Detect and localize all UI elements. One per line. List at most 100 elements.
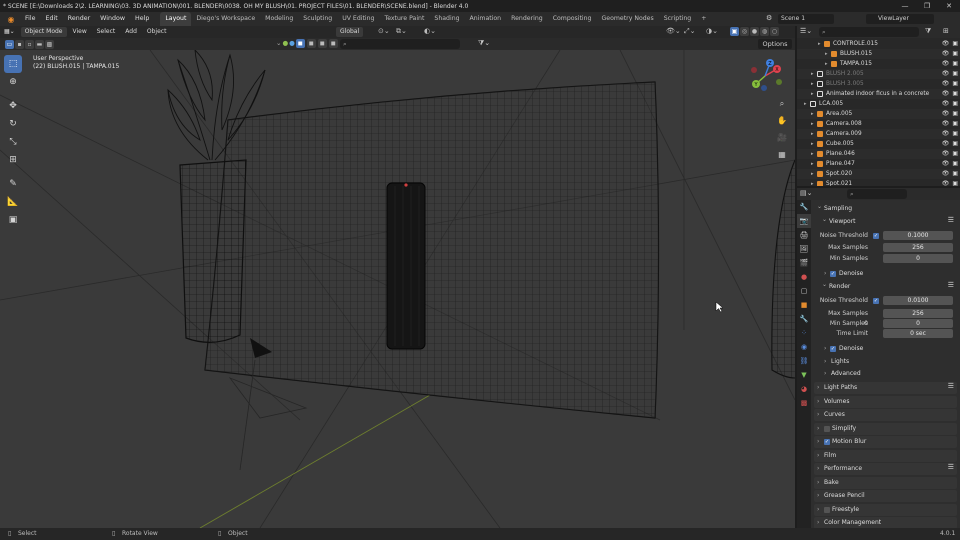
render-camera-icon[interactable]: ▣ xyxy=(952,179,958,186)
render-presets-icon[interactable]: ☰ xyxy=(948,281,954,289)
camera-view-icon[interactable]: 🎥 xyxy=(774,129,790,146)
select-box-icon[interactable]: ▭ xyxy=(5,39,14,49)
section-render-denoise[interactable]: Denoise xyxy=(821,343,951,355)
outliner-row[interactable]: ▸ Area.005 👁 ▣ xyxy=(797,109,960,119)
editor-type-icon[interactable]: ▦⌄ xyxy=(0,27,19,37)
section-lights[interactable]: Lights xyxy=(821,356,951,368)
output-properties-icon[interactable]: 🖨 xyxy=(797,228,811,242)
outliner-row[interactable]: ▸ Animated indoor ficus in a concrete 👁 ▣ xyxy=(797,89,960,99)
render-camera-icon[interactable]: ▣ xyxy=(952,159,958,169)
expand-arrow-icon[interactable]: ▸ xyxy=(811,109,814,119)
light-paths-presets-icon[interactable]: ☰ xyxy=(948,382,954,390)
render-camera-icon[interactable]: ▣ xyxy=(952,69,958,79)
expand-arrow-icon[interactable]: ▸ xyxy=(811,129,814,139)
outliner-row[interactable]: ▸ BLUSH.015 👁 ▣ xyxy=(797,49,960,59)
add-cube-tool-icon[interactable]: ▣ xyxy=(4,211,22,229)
blender-logo-icon[interactable]: ◉ xyxy=(5,13,17,25)
tab-rendering[interactable]: Rendering xyxy=(506,12,548,26)
visibility-eye-icon[interactable]: 👁 xyxy=(942,159,950,169)
tab-geometry-nodes[interactable]: Geometry Nodes xyxy=(597,12,659,26)
expand-arrow-icon[interactable]: ▸ xyxy=(811,159,814,169)
navigation-gizmo[interactable]: X Z Y xyxy=(750,55,790,95)
render-camera-icon[interactable]: ▣ xyxy=(952,149,958,159)
move-tool-icon[interactable]: ✥ xyxy=(4,97,22,115)
menu-add[interactable]: Add xyxy=(121,27,141,37)
outliner-row[interactable]: ▸ Spot.020 👁 ▣ xyxy=(797,169,960,179)
render-camera-icon[interactable]: ▣ xyxy=(952,119,958,129)
render-camera-icon[interactable]: ▣ xyxy=(952,59,958,69)
object-properties-icon[interactable]: ■ xyxy=(797,298,811,312)
menu-help[interactable]: Help xyxy=(130,12,154,26)
motion-blur-checkbox[interactable]: ✓ xyxy=(824,439,830,445)
properties-editor-icon[interactable]: ▤⌄ xyxy=(800,189,812,197)
viewport-noise-threshold-field[interactable]: 0.1000 xyxy=(883,231,953,240)
section-simplify[interactable]: Simplify xyxy=(814,423,957,435)
visibility-eye-icon[interactable]: 👁 xyxy=(942,109,950,119)
expand-arrow-icon[interactable]: ▸ xyxy=(811,69,814,79)
viewlayer-selector[interactable]: ViewLayer xyxy=(866,14,934,24)
snap-icon[interactable]: ⧉⌄ xyxy=(396,27,407,36)
maximize-button[interactable]: ❐ xyxy=(916,0,938,12)
xray-icon[interactable]: ▣ xyxy=(730,27,739,36)
pivot-icon[interactable]: ⊙⌄ xyxy=(378,27,390,35)
select-invert-icon[interactable]: ▩ xyxy=(45,39,54,49)
viewport-noise-threshold-checkbox[interactable]: ✓ xyxy=(873,233,879,239)
viewport-denoise-checkbox[interactable]: ✓ xyxy=(830,271,836,277)
expand-arrow-icon[interactable]: ▸ xyxy=(811,149,814,159)
visibility-icon[interactable]: 👁⌄ xyxy=(666,27,681,35)
outliner-row[interactable]: ▸ Plane.047 👁 ▣ xyxy=(797,159,960,169)
perspective-toggle-icon[interactable]: ▦ xyxy=(774,146,790,163)
properties-search-input[interactable]: ⌕ xyxy=(847,189,907,199)
menu-edit[interactable]: Edit xyxy=(41,12,63,26)
outliner-row[interactable]: ▸ Plane.046 👁 ▣ xyxy=(797,149,960,159)
render-camera-icon[interactable]: ▣ xyxy=(952,139,958,149)
time-limit-field[interactable]: 0 sec xyxy=(883,329,953,338)
annotate-tool-icon[interactable]: ✎ xyxy=(4,175,22,193)
section-viewport-denoise[interactable]: Denoise xyxy=(821,268,951,280)
menu-render[interactable]: Render xyxy=(63,12,95,26)
visibility-eye-icon[interactable]: 👁 xyxy=(942,99,950,109)
scene-selector[interactable]: Scene 1 xyxy=(778,14,834,24)
section-grease-pencil[interactable]: Grease Pencil xyxy=(814,490,957,502)
expand-arrow-icon[interactable]: ▸ xyxy=(811,89,814,99)
expand-arrow-icon[interactable]: ▸ xyxy=(811,119,814,129)
menu-window[interactable]: Window xyxy=(95,12,130,26)
tab-animation[interactable]: Animation xyxy=(465,12,507,26)
zoom-icon[interactable]: ⌕ xyxy=(774,95,790,112)
render-camera-icon[interactable]: ▣ xyxy=(952,89,958,99)
new-collection-icon[interactable]: ⊞ xyxy=(943,27,949,35)
section-performance[interactable]: Performance xyxy=(814,463,957,475)
gizmo-toggle-icon[interactable]: ⤢⌄ xyxy=(684,27,695,36)
outliner-row[interactable]: ▸ Camera.009 👁 ▣ xyxy=(797,129,960,139)
section-render[interactable]: Render xyxy=(819,279,953,293)
render-camera-icon[interactable]: ▣ xyxy=(952,49,958,59)
render-camera-icon[interactable]: ▣ xyxy=(952,109,958,119)
object-type-icon[interactable]: ● xyxy=(282,39,288,48)
viewport-search-input[interactable]: ⌕ xyxy=(340,39,460,49)
expand-arrow-icon[interactable]: ▸ xyxy=(811,79,814,89)
select-subtract-icon[interactable]: ▬ xyxy=(35,39,44,49)
filter-select-icon[interactable]: ◼ xyxy=(295,39,305,48)
proportional-edit-icon[interactable]: ◐⌄ xyxy=(424,27,436,35)
menu-object[interactable]: Object xyxy=(143,27,171,37)
section-advanced[interactable]: Advanced xyxy=(821,368,951,380)
filter-2-icon[interactable]: ◼ xyxy=(306,39,316,48)
section-light-paths[interactable]: Light Paths xyxy=(814,382,957,394)
chevron-down-icon[interactable]: ⌄ xyxy=(276,39,281,48)
viewport-min-samples-field[interactable]: 0 xyxy=(883,254,953,263)
render-camera-icon[interactable]: ▣ xyxy=(952,79,958,89)
filter-4-icon[interactable]: ◼ xyxy=(328,39,338,48)
select-tool-icon[interactable]: ⬚ xyxy=(4,55,22,73)
visibility-eye-icon[interactable]: 👁 xyxy=(942,49,950,59)
outliner-editor-icon[interactable]: ☰⌄ xyxy=(800,27,812,35)
mesh-filter-icon[interactable]: ● xyxy=(289,39,295,48)
solid-shading-icon[interactable]: ● xyxy=(750,27,759,36)
section-volumes[interactable]: Volumes xyxy=(814,396,957,408)
performance-presets-icon[interactable]: ☰ xyxy=(948,463,954,471)
visibility-eye-icon[interactable]: 👁 xyxy=(942,179,950,186)
render-noise-threshold-checkbox[interactable]: ✓ xyxy=(873,298,879,304)
visibility-eye-icon[interactable]: 👁 xyxy=(942,129,950,139)
measure-tool-icon[interactable]: 📐 xyxy=(4,193,22,211)
outliner-search-input[interactable]: ⌕ xyxy=(819,27,919,37)
collection-properties-icon[interactable]: ▢ xyxy=(797,284,811,298)
